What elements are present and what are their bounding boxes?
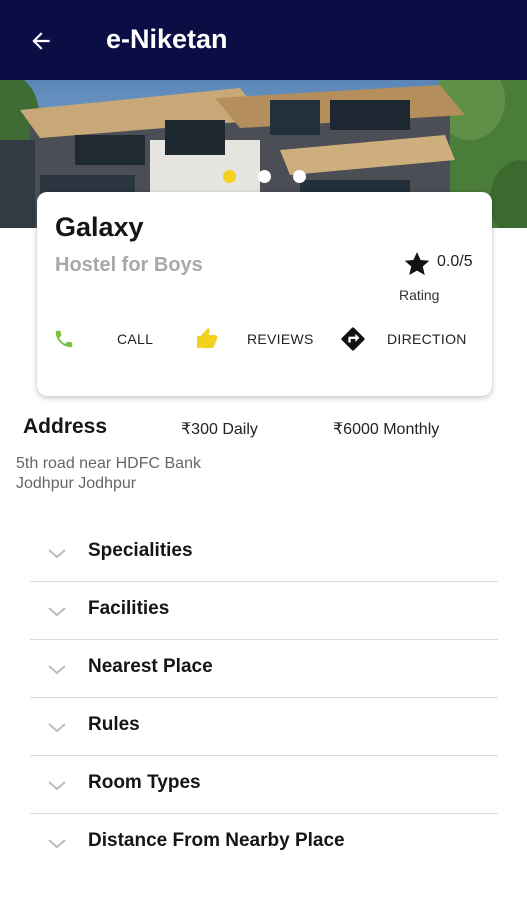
rating-value: 0.0/5 — [437, 253, 473, 270]
section-rules[interactable]: Rules — [30, 698, 498, 756]
carousel-dot[interactable] — [258, 170, 271, 183]
arrow-left-icon — [32, 32, 50, 50]
reviews-button[interactable]: REVIEWS — [195, 324, 314, 354]
daily-price: ₹300 Daily — [181, 421, 258, 438]
address-line-2: Jodhpur Jodhpur — [16, 475, 137, 492]
section-nearest-place[interactable]: Nearest Place — [30, 640, 498, 698]
monthly-price: ₹6000 Monthly — [333, 421, 440, 438]
direction-label: DIRECTION — [387, 331, 467, 347]
chevron-down-icon — [48, 607, 66, 617]
star-icon — [404, 252, 430, 275]
direction-button[interactable]: DIRECTION — [339, 324, 467, 354]
section-label: Nearest Place — [88, 656, 213, 677]
address-heading: Address — [23, 415, 108, 438]
chevron-down-icon — [48, 781, 66, 791]
section-room-types[interactable]: Room Types — [30, 756, 498, 814]
carousel-dot[interactable] — [223, 170, 236, 183]
app-title: e-Niketan — [106, 24, 228, 54]
chevron-down-icon — [48, 723, 66, 733]
section-label: Rules — [88, 714, 140, 735]
section-label: Specialities — [88, 540, 193, 561]
hostel-type: Hostel for Boys — [55, 254, 203, 276]
section-label: Room Types — [88, 772, 201, 793]
hostel-info-card: Galaxy Hostel for Boys 0.0/5 Rating CALL… — [37, 192, 492, 396]
carousel-indicator — [0, 170, 527, 190]
section-specialities[interactable]: Specialities — [30, 524, 498, 582]
address-line-1: 5th road near HDFC Bank — [16, 455, 201, 472]
chevron-down-icon — [48, 665, 66, 675]
call-button[interactable]: CALL — [53, 324, 153, 354]
rating-label: Rating — [399, 287, 440, 303]
section-distance-nearby[interactable]: Distance From Nearby Place — [30, 814, 498, 872]
chevron-down-icon — [48, 839, 66, 849]
chevron-down-icon — [48, 549, 66, 559]
section-facilities[interactable]: Facilities — [30, 582, 498, 640]
reviews-label: REVIEWS — [247, 331, 314, 347]
section-label: Facilities — [88, 598, 170, 619]
back-button[interactable] — [26, 26, 56, 56]
section-label: Distance From Nearby Place — [88, 830, 345, 851]
hostel-name: Galaxy — [55, 212, 144, 242]
phone-icon — [55, 330, 73, 348]
thumbs-up-icon — [197, 328, 217, 348]
app-bar: e-Niketan — [0, 0, 527, 80]
carousel-dot[interactable] — [293, 170, 306, 183]
call-label: CALL — [117, 331, 154, 347]
direction-icon — [341, 327, 365, 351]
